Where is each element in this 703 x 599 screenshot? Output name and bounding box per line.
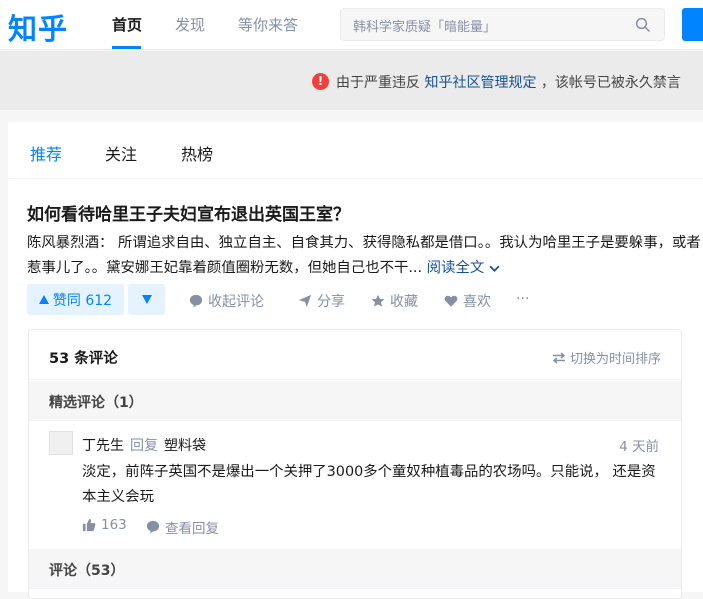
reply-to-user[interactable]: 塑料袋 [164,438,206,454]
answer-author: 陈风暴烈酒： [27,235,114,251]
feed-tabs: 推荐 关注 热榜 [8,122,703,179]
chevron-down-icon [489,265,500,272]
comments-panel: 53 条评论 切换为时间排序 精选评论（1） 丁先生 回复 塑料袋 4 天前 淡定，… [28,329,682,599]
sort-toggle-button[interactable]: 切换为时间排序 [552,348,661,367]
tab-hot[interactable]: 热榜 [181,141,213,165]
triangle-up-icon [38,295,49,304]
avatar[interactable] [49,431,73,455]
vote-down-button[interactable] [128,284,165,315]
nav-discover[interactable]: 发现 [175,14,205,35]
more-button[interactable]: ··· [516,291,529,307]
ban-notice-text: 由于严重违反 知乎社区管理规定 ，该帐号已被永久禁言 [336,75,681,91]
thumbs-up-icon [82,518,96,532]
nav-waiting-answers[interactable]: 等你来答 [238,14,298,35]
comment-meta: 丁先生 回复 塑料袋 [82,438,206,454]
nav-home[interactable]: 首页 [112,14,142,35]
answer-excerpt[interactable]: 陈风暴烈酒： 所谓追求自由、独立自主、自食其力、获得隐私都是借口。。我认为哈里王… [27,231,703,281]
collapse-comments-button[interactable]: 收起评论 [189,291,264,311]
comment-time: 4 天前 [619,439,659,455]
tab-recommend[interactable]: 推荐 [30,141,62,165]
community-rules-link[interactable]: 知乎社区管理规定 [424,75,536,91]
star-icon [371,294,385,307]
comments-header: 53 条评论 切换为时间排序 [29,330,681,380]
vote-up-button[interactable]: 赞同 612 [27,284,124,315]
ban-notice-bar: ! 由于严重违反 知乎社区管理规定 ，该帐号已被永久禁言 [0,51,703,110]
feed-card: 推荐 关注 热榜 如何看待哈里王子夫妇宣布退出英国王室？ 陈风暴烈酒： 所谓追求… [8,122,703,599]
comment-bubble-icon [146,520,160,534]
heart-icon [444,295,458,307]
warning-icon: ! [312,73,329,90]
search-placeholder: 韩科学家质疑「暗能量」 [353,20,497,35]
all-comments-heading: 评论（53） [29,549,681,589]
like-button[interactable]: 喜欢 [444,291,491,311]
comment-bubble-icon [189,294,203,308]
swap-icon [552,351,566,364]
zhihu-logo[interactable]: 知乎 [8,6,68,48]
search-icon[interactable] [634,16,652,34]
top-header: 知乎 首页 发现 等你来答 韩科学家质疑「暗能量」 [0,0,703,50]
triangle-down-icon [141,295,152,304]
comment-author[interactable]: 丁先生 [82,438,124,454]
view-replies-button[interactable]: 查看回复 [146,517,219,537]
share-button[interactable]: 分享 [298,291,345,311]
read-more-button[interactable]: 阅读全文 [427,260,500,276]
question-title[interactable]: 如何看待哈里王子夫妇宣布退出英国王室？ [27,200,350,225]
share-icon [298,294,312,308]
tab-follow[interactable]: 关注 [105,141,137,165]
nav-active-indicator [112,46,141,49]
featured-comments-heading: 精选评论（1） [29,381,681,421]
ask-question-button[interactable] [682,8,703,41]
collect-button[interactable]: 收藏 [371,291,418,311]
search-input[interactable]: 韩科学家质疑「暗能量」 [340,8,665,41]
answer-actions: 赞同 612 收起评论 分享 收藏 喜欢 ··· [27,284,703,317]
comment-text: 淡定，前阵子英国不是爆出一个关押了3000多个童奴种植毒品的农场吗。只能说， 还… [82,464,656,505]
more-dots-icon: ··· [516,291,530,307]
comment-count: 53 条评论 [49,351,118,367]
comment-like-button[interactable]: 163 [82,517,127,533]
